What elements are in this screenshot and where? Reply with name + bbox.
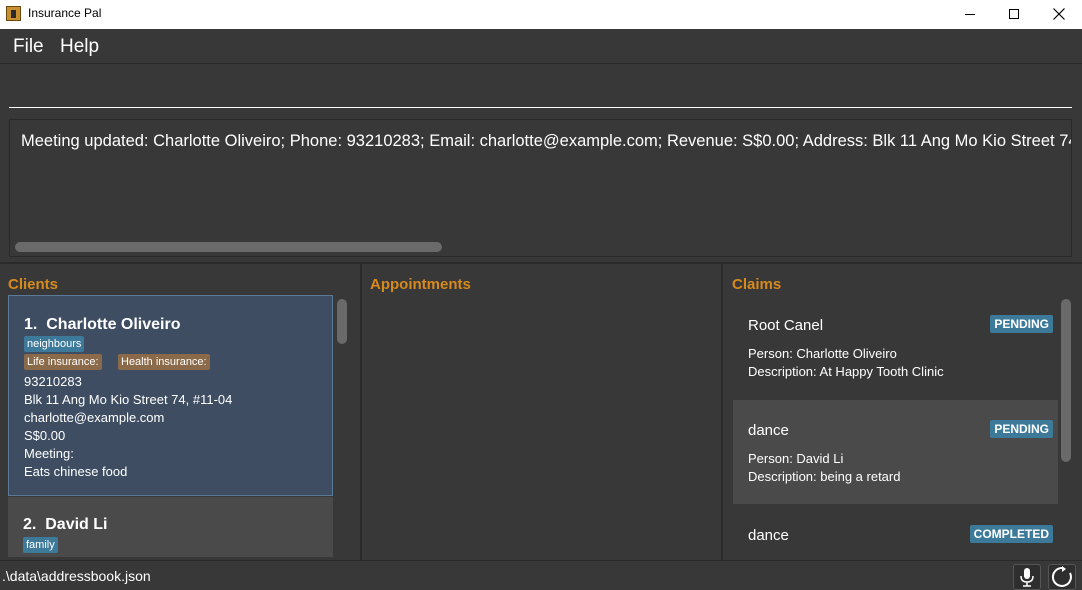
claim-card[interactable]: Root Canel PENDING Person: Charlotte Oli…	[733, 295, 1058, 399]
claim-description: Description: At Happy Tooth Clinic	[748, 364, 944, 379]
claim-person: Person: Charlotte Oliveiro	[748, 346, 897, 361]
maximize-button[interactable]	[991, 0, 1037, 29]
microphone-icon	[1020, 568, 1034, 587]
status-bar: .\data\addressbook.json	[0, 560, 1082, 590]
title-bar: Insurance Pal	[0, 0, 1082, 29]
result-text: Meeting updated: Charlotte Oliveiro; Pho…	[21, 132, 1071, 150]
refresh-icon	[1051, 566, 1072, 587]
client-revenue: S$0.00	[24, 428, 66, 443]
client-tag: family	[23, 537, 58, 553]
claim-title: dance	[748, 422, 789, 439]
client-note: Eats chinese food	[24, 464, 128, 479]
claim-title: Root Canel	[748, 317, 824, 334]
claim-card[interactable]: dance COMPLETED	[733, 505, 1058, 560]
client-address: Blk 11 Ang Mo Kio Street 74, #11-04	[24, 392, 233, 407]
command-box	[0, 64, 1082, 116]
status-badge: PENDING	[990, 315, 1053, 333]
minimize-button[interactable]	[947, 0, 993, 29]
result-horizontal-scrollbar[interactable]	[15, 242, 442, 252]
menu-bar: File Help	[0, 29, 1082, 64]
claims-scrollbar[interactable]	[1061, 299, 1071, 462]
window-title: Insurance Pal	[28, 6, 102, 20]
microphone-button[interactable]	[1013, 564, 1041, 590]
claims-panel: Claims Root Canel PENDING Person: Charlo…	[721, 264, 1082, 560]
claim-title: dance	[748, 527, 789, 544]
clients-panel-title: Clients	[8, 276, 59, 293]
close-button[interactable]	[1036, 0, 1082, 29]
app-icon	[6, 6, 21, 21]
claims-panel-title: Claims	[732, 276, 782, 293]
clients-scrollbar[interactable]	[337, 299, 347, 344]
status-badge: COMPLETED	[969, 525, 1053, 543]
status-badge: PENDING	[990, 420, 1053, 438]
menu-help[interactable]: Help	[60, 36, 99, 58]
client-name: 2. David Li	[23, 516, 108, 533]
status-file-path: .\data\addressbook.json	[2, 568, 151, 584]
client-card[interactable]: 1. Charlotte Oliveiro neighbours Life in…	[8, 295, 333, 496]
policy-tag: Life insurance:	[24, 354, 102, 370]
claim-description: Description: being a retard	[748, 469, 901, 484]
client-card[interactable]: 2. David Li family	[8, 497, 333, 557]
claim-person: Person: David Li	[748, 451, 844, 466]
menu-file[interactable]: File	[13, 36, 44, 58]
claim-card[interactable]: dance PENDING Person: David Li Descripti…	[733, 400, 1058, 504]
client-tag: neighbours	[24, 336, 85, 352]
minimize-icon	[965, 13, 975, 15]
clients-panel: Clients 1. Charlotte Oliveiro neighbours…	[0, 264, 358, 560]
client-name: 1. Charlotte Oliveiro	[24, 316, 181, 333]
client-meeting: Meeting:	[24, 446, 74, 461]
result-display: Meeting updated: Charlotte Oliveiro; Pho…	[9, 119, 1072, 257]
appointments-panel-title: Appointments	[370, 276, 471, 293]
client-phone: 93210283	[24, 374, 82, 389]
appointments-panel: Appointments	[360, 264, 720, 560]
close-icon	[1053, 8, 1065, 20]
client-email: charlotte@example.com	[24, 410, 165, 425]
command-input[interactable]	[9, 74, 1072, 108]
policy-tag: Health insurance:	[118, 354, 210, 370]
refresh-button[interactable]	[1048, 564, 1076, 590]
maximize-icon	[1009, 9, 1019, 19]
